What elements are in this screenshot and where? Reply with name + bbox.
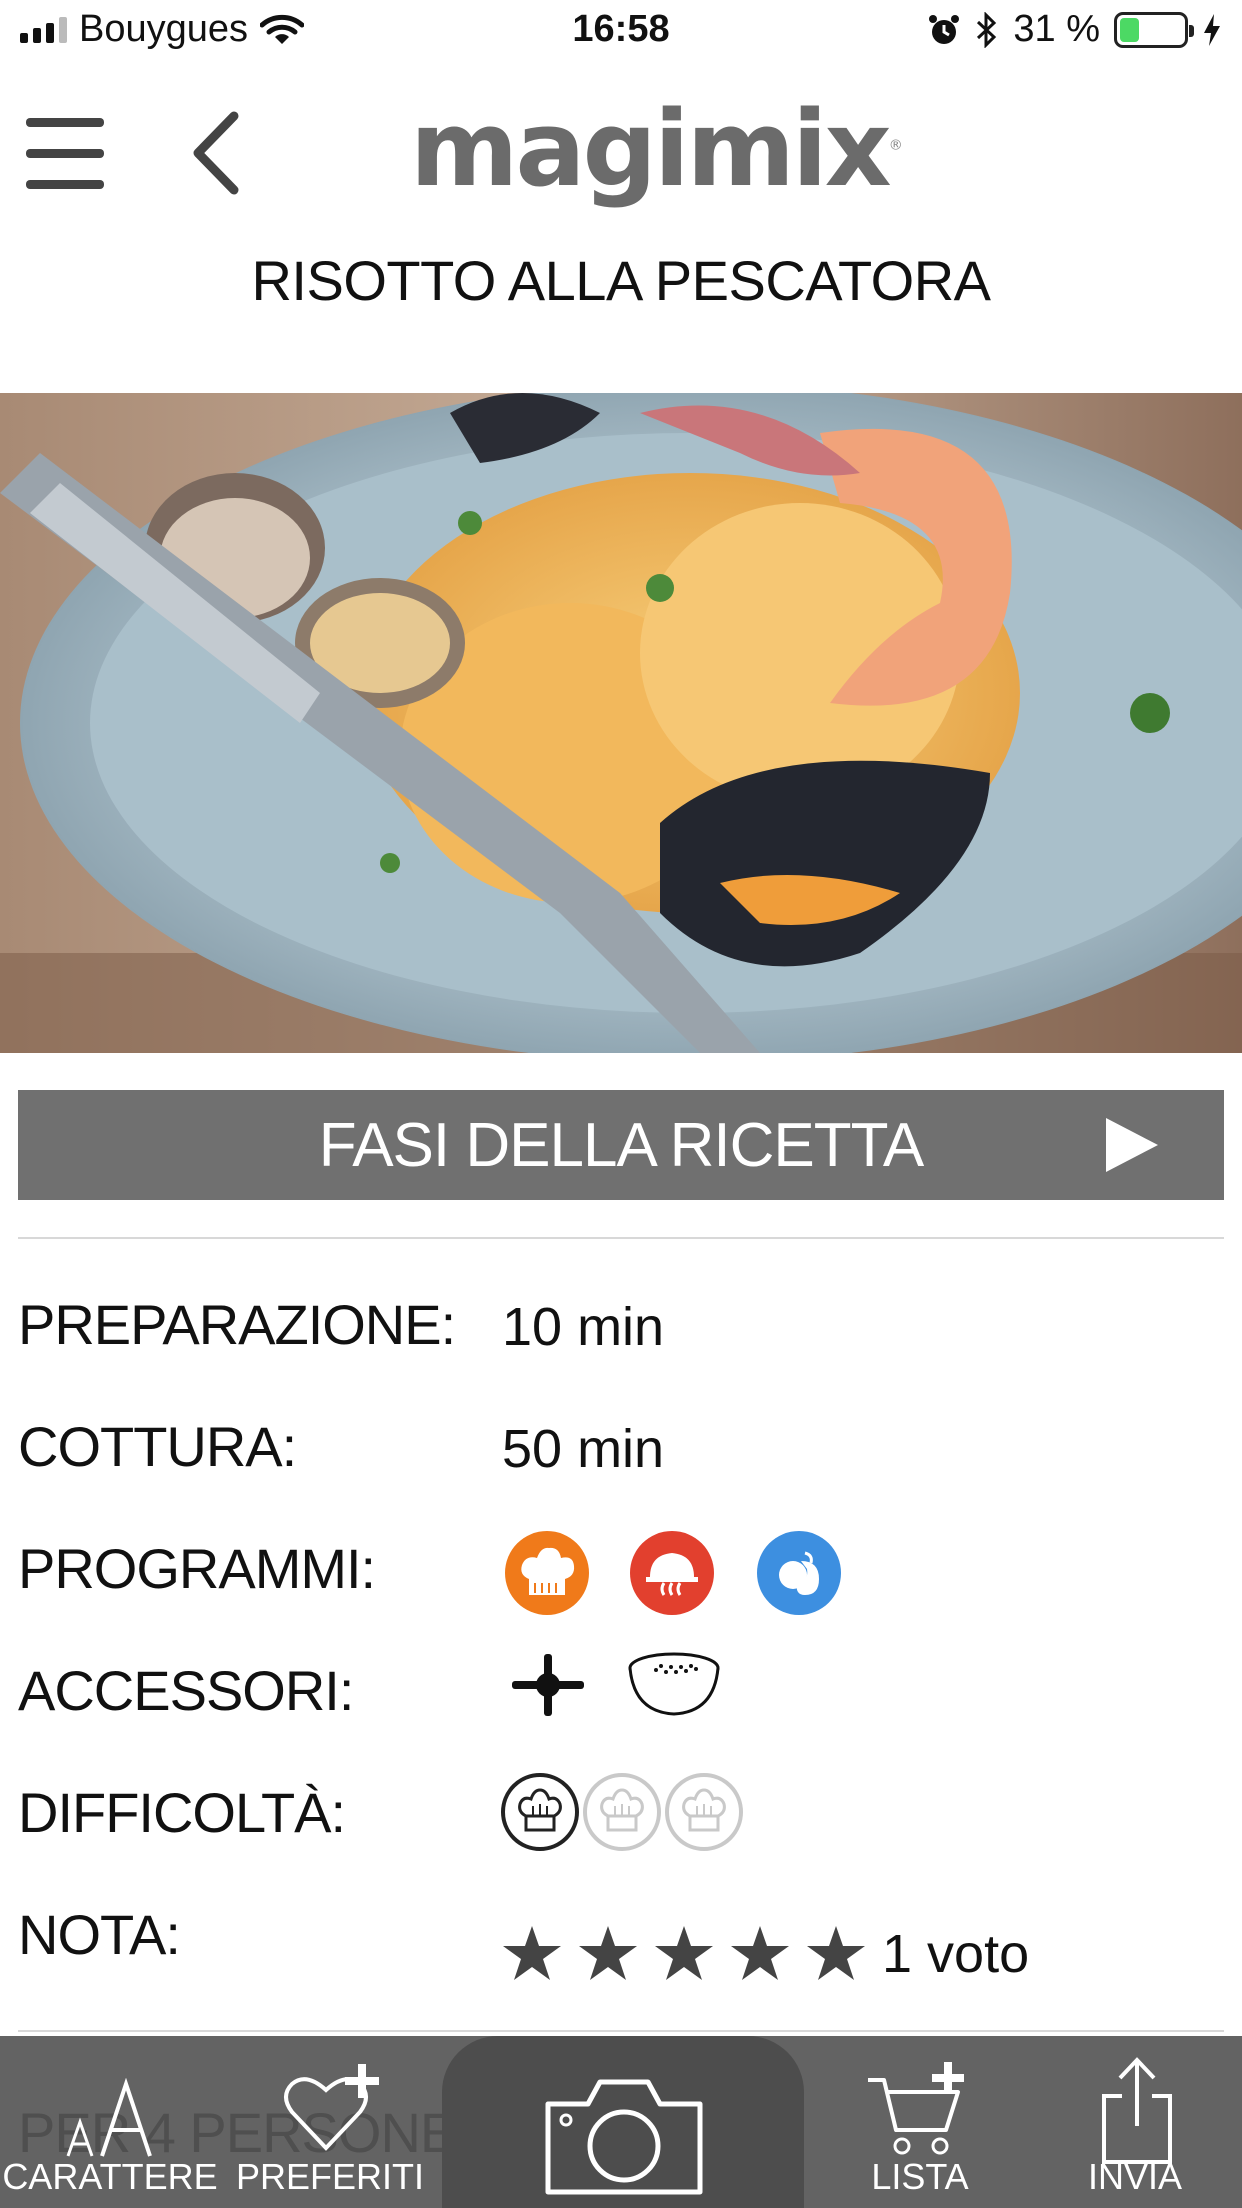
star-icon[interactable] <box>804 1922 868 1986</box>
programs-label: PROGRAMMI: <box>18 1537 376 1600</box>
favorites-button[interactable]: PREFERITI <box>230 2036 430 2208</box>
battery-fill <box>1120 17 1140 42</box>
status-bar: Bouygues 16:58 31 % <box>0 0 1242 66</box>
menu-button[interactable] <box>26 118 104 189</box>
stars-container <box>500 1922 880 1986</box>
star-icon[interactable] <box>576 1922 640 1986</box>
play-icon <box>1106 1118 1158 1172</box>
recipe-steps-label: FASI DELLA RICETTA <box>318 1110 924 1180</box>
recipe-steps-button[interactable]: FASI DELLA RICETTA <box>18 1090 1224 1200</box>
font-size-button[interactable]: CARATTERE <box>0 2036 220 2208</box>
recipe-title: RISOTTO ALLA PESCATORA <box>251 249 991 312</box>
blade-icon <box>512 1654 584 1716</box>
divider <box>18 1237 1224 1239</box>
battery-percent: 31 % <box>1013 8 1100 50</box>
difficulty-label: DIFFICOLTÀ: <box>18 1781 346 1844</box>
divider <box>18 2030 1224 2032</box>
rating-votes: 1 voto <box>882 1924 1030 1984</box>
difficulty-hat-empty-icon <box>664 1772 744 1852</box>
cart-plus-icon <box>868 2062 964 2155</box>
star-icon[interactable] <box>652 1922 716 1986</box>
battery-icon <box>1114 11 1194 48</box>
share-label: INVIA <box>1087 2156 1183 2197</box>
shopping-list-label: LISTA <box>871 2156 969 2197</box>
hamburger-icon <box>26 118 104 127</box>
rating-label: NOTA: <box>18 1903 181 1966</box>
accessories-label: ACCESSORI: <box>18 1659 354 1722</box>
charging-icon <box>1204 13 1220 46</box>
camera-icon <box>545 2079 703 2195</box>
alarm-icon <box>929 14 960 44</box>
difficulty-hat-filled-icon <box>500 1772 580 1852</box>
share-button[interactable]: INVIA <box>1040 2036 1230 2208</box>
difficulty-hat-empty-icon <box>582 1772 662 1852</box>
star-icon[interactable] <box>500 1922 564 1986</box>
logo-text: magimix <box>410 88 892 210</box>
cooking-value: 50 min <box>502 1419 665 1479</box>
bluetooth-icon <box>977 11 997 48</box>
share-icon <box>1102 2057 1172 2164</box>
font-size-icon <box>66 2078 152 2157</box>
program-chef-hat-icon[interactable] <box>505 1531 589 1615</box>
shopping-list-button[interactable]: LISTA <box>820 2036 1020 2208</box>
heart-plus-icon <box>284 2064 379 2151</box>
rating-stars[interactable]: 1 voto <box>500 1922 1029 1986</box>
cooking-label: COTTURA: <box>18 1415 297 1478</box>
recipe-photo <box>0 393 1242 1053</box>
logo-mark: ® <box>888 137 903 154</box>
steamer-basket-icon <box>628 1652 720 1716</box>
back-button[interactable] <box>186 108 246 198</box>
favorites-label: PREFERITI <box>235 2156 424 2197</box>
program-fruit-icon[interactable] <box>757 1531 841 1615</box>
star-icon[interactable] <box>728 1922 792 1986</box>
camera-button[interactable] <box>442 2036 804 2208</box>
preparation-value: 10 min <box>502 1297 665 1357</box>
magimix-logo: magimix® <box>410 88 903 218</box>
preparation-label: PREPARAZIONE: <box>18 1293 456 1356</box>
status-right: 31 % <box>927 8 1222 51</box>
font-size-label: CARATTERE <box>2 2156 218 2197</box>
program-cloche-steam-icon[interactable] <box>630 1531 714 1615</box>
